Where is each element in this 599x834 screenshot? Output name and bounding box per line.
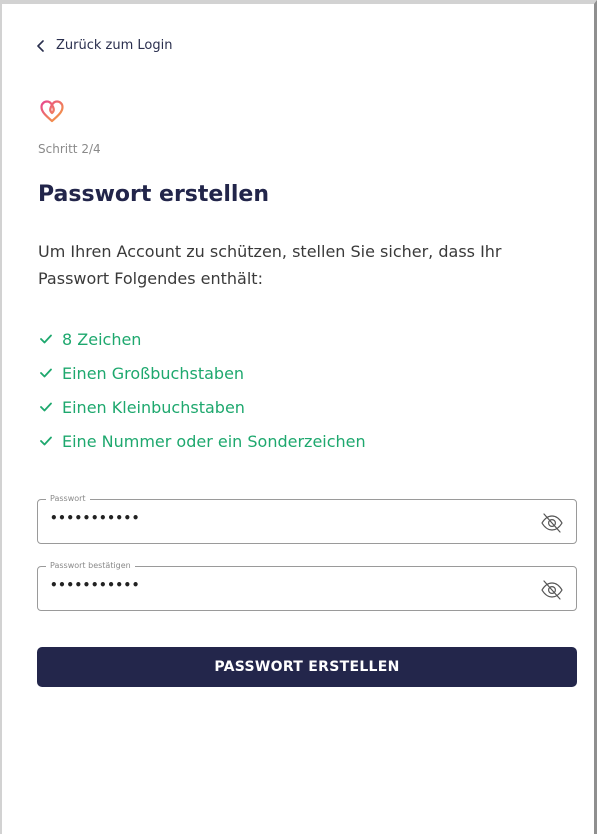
back-to-login-label: Zurück zum Login — [56, 38, 173, 53]
check-icon — [40, 368, 52, 378]
back-to-login-link[interactable]: Zurück zum Login — [36, 38, 172, 53]
requirement-label: Einen Großbuchstaben — [62, 363, 245, 383]
chevron-left-icon — [37, 39, 44, 52]
create-password-button[interactable]: PASSWORT ERSTELLEN — [37, 647, 577, 687]
requirement-item: Einen Kleinbuchstaben — [40, 390, 366, 424]
check-icon — [40, 402, 52, 412]
eye-off-icon[interactable] — [540, 512, 564, 534]
password-confirm-input[interactable]: ••••••••••• — [50, 578, 140, 592]
page-title: Passwort erstellen — [38, 182, 269, 207]
requirement-item: Eine Nummer oder ein Sonderzeichen — [40, 424, 366, 458]
check-icon — [40, 334, 52, 344]
requirement-item: Einen Großbuchstaben — [40, 356, 366, 390]
password-requirements-list: 8 Zeichen Einen Großbuchstaben Einen Kle… — [40, 322, 366, 458]
step-indicator: Schritt 2/4 — [38, 142, 101, 156]
password-confirm-field-label: Passwort bestätigen — [46, 560, 135, 572]
app-frame: Zurück zum Login Schritt 2/4 Passwort er… — [0, 0, 597, 834]
check-icon — [40, 436, 52, 446]
password-field-label: Passwort — [46, 493, 90, 505]
password-field[interactable]: Passwort ••••••••••• — [37, 493, 577, 544]
requirement-label: Eine Nummer oder ein Sonderzeichen — [62, 431, 366, 451]
password-input[interactable]: ••••••••••• — [50, 511, 140, 525]
heart-logo-icon — [40, 100, 64, 123]
intro-text: Um Ihren Account zu schützen, stellen Si… — [38, 242, 502, 288]
password-confirm-field[interactable]: Passwort bestätigen ••••••••••• — [37, 560, 577, 611]
requirement-label: 8 Zeichen — [62, 329, 142, 349]
eye-off-icon[interactable] — [540, 579, 564, 601]
requirement-item: 8 Zeichen — [40, 322, 366, 356]
requirement-label: Einen Kleinbuchstaben — [62, 397, 245, 417]
